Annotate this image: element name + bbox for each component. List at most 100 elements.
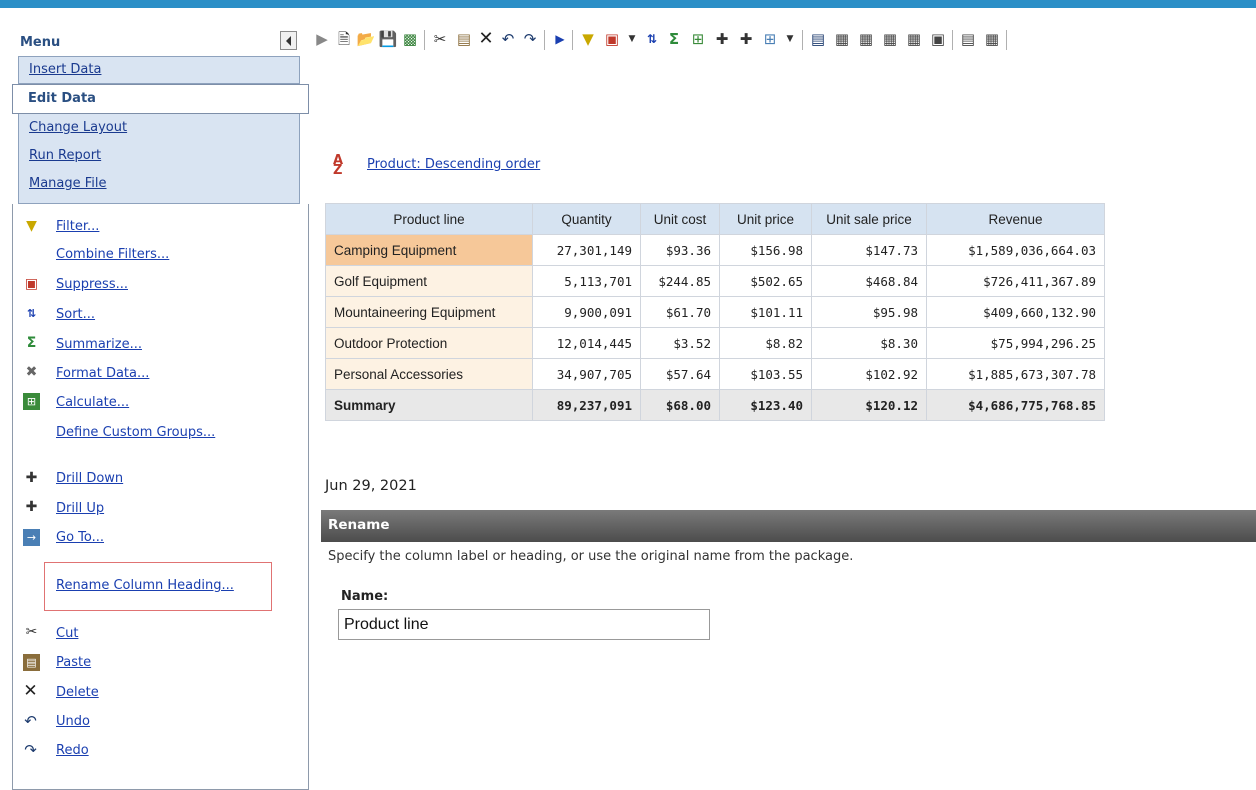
new-icon[interactable]: 🗎 [334, 28, 354, 50]
delete-tool-icon[interactable]: ✕ [476, 28, 496, 50]
define-custom-groups-command[interactable]: Define Custom Groups... [56, 425, 215, 440]
table-cell[interactable]: $75,994,296.25 [926, 327, 1105, 359]
column-header-unit-price[interactable]: Unit price [719, 203, 812, 235]
undo-command[interactable]: Undo [56, 714, 90, 729]
table-cell[interactable]: 34,907,705 [532, 358, 641, 390]
column-header-product-line[interactable]: Product line [325, 203, 533, 235]
table-cell[interactable]: $156.98 [719, 234, 812, 266]
layout-icon-3[interactable]: ▦ [880, 28, 900, 50]
paste-tool-icon[interactable]: ▤ [454, 28, 474, 50]
row-header-cell[interactable]: Golf Equipment [325, 265, 533, 297]
drill-down-icon[interactable]: ✚ [23, 470, 40, 487]
sort-icon[interactable]: ⇅ [23, 305, 40, 322]
table-cell[interactable]: 9,900,091 [532, 296, 641, 328]
redo-icon[interactable]: ↷ [22, 742, 39, 759]
drill-up-tool-icon[interactable]: ✚ [736, 28, 756, 50]
row-header-cell[interactable]: Camping Equipment [325, 234, 533, 266]
cut-tool-icon[interactable]: ✂ [430, 28, 450, 50]
table-cell[interactable]: $409,660,132.90 [926, 296, 1105, 328]
summary-label-cell[interactable]: Summary [325, 389, 533, 421]
cut-icon[interactable]: ✂ [23, 624, 40, 641]
undo-tool-icon[interactable]: ↶ [498, 28, 518, 50]
table-cell[interactable]: $1,589,036,664.03 [926, 234, 1105, 266]
table-cell[interactable]: $244.85 [640, 265, 720, 297]
drill-down-tool-icon[interactable]: ✚ [712, 28, 732, 50]
drill-up-command[interactable]: Drill Up [56, 501, 104, 516]
chart-icon[interactable]: ▤ [808, 28, 828, 50]
table-cell[interactable]: $61.70 [640, 296, 720, 328]
open-icon[interactable]: 📂 [356, 28, 376, 50]
go-to-tool-icon[interactable]: ⊞ [760, 28, 780, 50]
summarize-icon[interactable]: Σ [23, 335, 40, 352]
table-cell[interactable]: $101.11 [719, 296, 812, 328]
table-cell[interactable]: $1,885,673,307.78 [926, 358, 1105, 390]
redo-command[interactable]: Redo [56, 743, 89, 758]
summarize-tool-icon[interactable]: Σ [664, 28, 684, 50]
format-data-command[interactable]: Format Data... [56, 366, 149, 381]
summary-cell[interactable]: $123.40 [719, 389, 812, 421]
menu-item-change-layout[interactable]: Change Layout [29, 120, 127, 135]
redo-tool-icon[interactable]: ↷ [520, 28, 540, 50]
filter-command[interactable]: Filter... [56, 219, 99, 234]
row-header-cell[interactable]: Mountaineering Equipment [325, 296, 533, 328]
column-header-revenue[interactable]: Revenue [926, 203, 1105, 235]
table-cell[interactable]: $57.64 [640, 358, 720, 390]
table-cell[interactable]: $93.36 [640, 234, 720, 266]
table-cell[interactable]: $3.52 [640, 327, 720, 359]
sort-tool-icon[interactable]: ⇅ [642, 28, 662, 50]
combine-filters-command[interactable]: Combine Filters... [56, 247, 169, 262]
save-as-icon[interactable]: ▩ [400, 28, 420, 50]
menu-item-edit-data[interactable]: Edit Data [28, 91, 96, 106]
table-cell[interactable]: $103.55 [719, 358, 812, 390]
suppress-dropdown-icon[interactable]: ▼ [622, 28, 642, 50]
rename-column-heading-command[interactable]: Rename Column Heading... [56, 578, 234, 593]
paste-command[interactable]: Paste [56, 655, 91, 670]
table-cell[interactable]: 27,301,149 [532, 234, 641, 266]
row-header-cell[interactable]: Personal Accessories [325, 358, 533, 390]
table-cell[interactable]: $726,411,367.89 [926, 265, 1105, 297]
table-cell[interactable]: 5,113,701 [532, 265, 641, 297]
go-to-icon[interactable]: → [23, 529, 40, 546]
summary-cell[interactable]: $4,686,775,768.85 [926, 389, 1105, 421]
column-header-unit-sale-price[interactable]: Unit sale price [811, 203, 927, 235]
swap-rows-columns-icon[interactable]: ▤ [958, 28, 978, 50]
column-header-unit-cost[interactable]: Unit cost [640, 203, 720, 235]
suppress-command[interactable]: Suppress... [56, 277, 128, 292]
table-cell[interactable]: $468.84 [811, 265, 927, 297]
summary-cell[interactable]: 89,237,091 [532, 389, 641, 421]
cut-command[interactable]: Cut [56, 626, 78, 641]
menu-item-insert-data[interactable]: Insert Data [29, 62, 101, 77]
menu-item-run-report[interactable]: Run Report [29, 148, 101, 163]
table-cell[interactable]: $8.82 [719, 327, 812, 359]
insertable-objects-icon[interactable]: ▶ [312, 28, 332, 50]
table-cell[interactable]: $147.73 [811, 234, 927, 266]
layout-icon-5[interactable]: ▣ [928, 28, 948, 50]
layout-icon-4[interactable]: ▦ [904, 28, 924, 50]
group-icon[interactable]: ▦ [982, 28, 1002, 50]
menu-section-edit[interactable]: Edit Data [12, 84, 309, 114]
format-data-icon[interactable]: ✖ [23, 364, 40, 381]
summary-cell[interactable]: $120.12 [811, 389, 927, 421]
table-cell[interactable]: $95.98 [811, 296, 927, 328]
layout-icon-2[interactable]: ▦ [856, 28, 876, 50]
collapse-panel-button[interactable] [280, 31, 297, 50]
calculate-command[interactable]: Calculate... [56, 395, 129, 410]
calculate-icon[interactable]: ⊞ [23, 393, 40, 410]
filter-icon[interactable]: ▼ [23, 218, 40, 235]
table-cell[interactable]: $502.65 [719, 265, 812, 297]
go-to-command[interactable]: Go To... [56, 530, 104, 545]
column-header-quantity[interactable]: Quantity [532, 203, 641, 235]
calculate-tool-icon[interactable]: ⊞ [688, 28, 708, 50]
undo-icon[interactable]: ↶ [22, 713, 39, 730]
summary-cell[interactable]: $68.00 [640, 389, 720, 421]
run-icon[interactable]: ▶ [550, 28, 570, 50]
suppress-icon[interactable]: ▣ [23, 276, 40, 293]
delete-icon[interactable]: ✕ [22, 683, 39, 700]
go-to-dropdown-icon[interactable]: ▼ [780, 28, 800, 50]
drill-down-command[interactable]: Drill Down [56, 471, 123, 486]
table-cell[interactable]: $8.30 [811, 327, 927, 359]
sort-command[interactable]: Sort... [56, 307, 95, 322]
name-input[interactable] [338, 609, 710, 640]
sort-description-link[interactable]: Product: Descending order [367, 157, 540, 172]
drill-up-icon[interactable]: ✚ [23, 499, 40, 516]
